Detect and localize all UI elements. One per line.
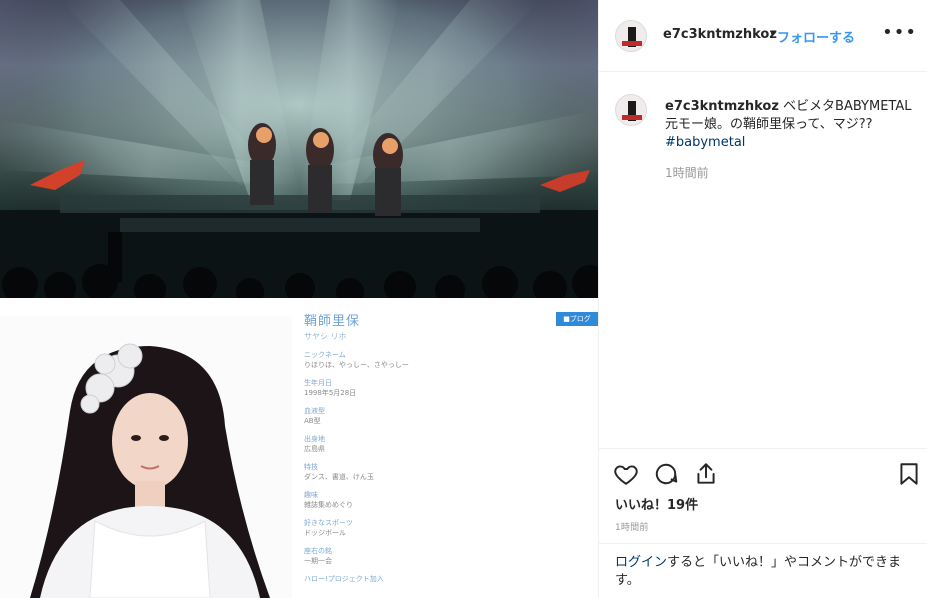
bookmark-icon[interactable] [896,461,922,487]
profile-kana: サヤシ リホ [304,332,347,341]
concert-illustration [0,0,598,298]
follow-button[interactable]: フォローする [777,27,855,46]
profile-row-label: 趣味 [304,491,318,499]
profile-row-label: 出身地 [304,435,325,443]
profile-row-value: ドッジボール [304,529,346,537]
likes-count[interactable]: いいね！19件 [615,494,698,513]
login-link[interactable]: ログイン [615,555,667,570]
profile-row: 座右の銘 一期一会 [304,547,594,566]
avatar[interactable] [615,94,647,126]
caption-timestamp: 1時間前 [665,166,709,180]
profile-row-value: 雑誌集めめぐり [304,501,353,509]
post-actions: いいね！19件 1時間前 ログインすると「いいね！」やコメントができます。 [599,448,927,598]
post-media[interactable]: 鞘師里保 サヤシ リホ ■ブログ ニックネーム りほりほ、やっしー、さやっしー … [0,0,598,598]
share-icon[interactable] [693,461,719,487]
profile-row-value: ダンス、書道、けん玉 [304,473,374,481]
profile-row: ニックネーム りほりほ、やっしー、さやっしー [304,351,594,370]
profile-row-value: 広島県 [304,445,325,453]
comment-icon[interactable] [653,461,679,487]
post-sidebar: e7c3kntmzhkoz • フォローする ••• e7c3kntmzhkoz… [598,0,927,598]
login-prompt: ログインすると「いいね！」やコメントができます。 [599,543,927,590]
post-header: e7c3kntmzhkoz • フォローする ••• [599,0,927,72]
heart-icon[interactable] [613,461,639,487]
profile-row-label: 座右の銘 [304,547,332,555]
girl-portrait-illustration [0,316,292,598]
caption-body: e7c3kntmzhkoz ベビメタBABYMETAL 元モー娘。の鞘師里保って… [665,98,915,152]
avatar-image [616,21,646,51]
profile-row-label: ニックネーム [304,351,346,359]
profile-row: 血液型 AB型 [304,407,594,426]
profile-row: ハロー!プロジェクト加入 [304,575,594,584]
profile-details: 鞘師里保 サヤシ リホ ■ブログ ニックネーム りほりほ、やっしー、さやっしー … [304,310,598,584]
profile-row-label: 特技 [304,463,318,471]
header-username[interactable]: e7c3kntmzhkoz [663,27,777,42]
profile-row: 好きなスポーツ ドッジボール [304,519,594,538]
profile-row: 趣味 雑誌集めめぐり [304,491,594,510]
profile-name: 鞘師里保 [304,314,361,329]
concert-photo [0,0,598,298]
profile-row: 生年月日 1998年5月28日 [304,379,594,398]
caption-username[interactable]: e7c3kntmzhkoz [665,99,779,114]
blog-badge: ■ブログ [556,312,598,326]
profile-row-value: 1998年5月28日 [304,389,357,397]
post-timestamp: 1時間前 [615,523,649,533]
profile-row-label: 好きなスポーツ [304,519,353,527]
profile-row: 特技 ダンス、書道、けん玉 [304,463,594,482]
more-horizontal-icon[interactable]: ••• [882,22,917,43]
profile-card-image: 鞘師里保 サヤシ リホ ■ブログ ニックネーム りほりほ、やっしー、さやっしー … [0,298,598,598]
profile-row-label: ハロー!プロジェクト加入 [304,575,384,583]
profile-row-value: りほりほ、やっしー、さやっしー [304,361,409,369]
profile-row: 出身地 広島県 [304,435,594,454]
hashtag-link[interactable]: #babymetal [665,134,915,152]
profile-row-value: 一期一会 [304,557,332,565]
profile-row-value: AB型 [304,417,321,425]
profile-row-label: 血液型 [304,407,325,415]
profile-photo [0,316,292,598]
avatar[interactable] [615,20,647,52]
header-separator: • [769,27,777,42]
avatar-image [616,95,646,125]
profile-row-label: 生年月日 [304,379,332,387]
